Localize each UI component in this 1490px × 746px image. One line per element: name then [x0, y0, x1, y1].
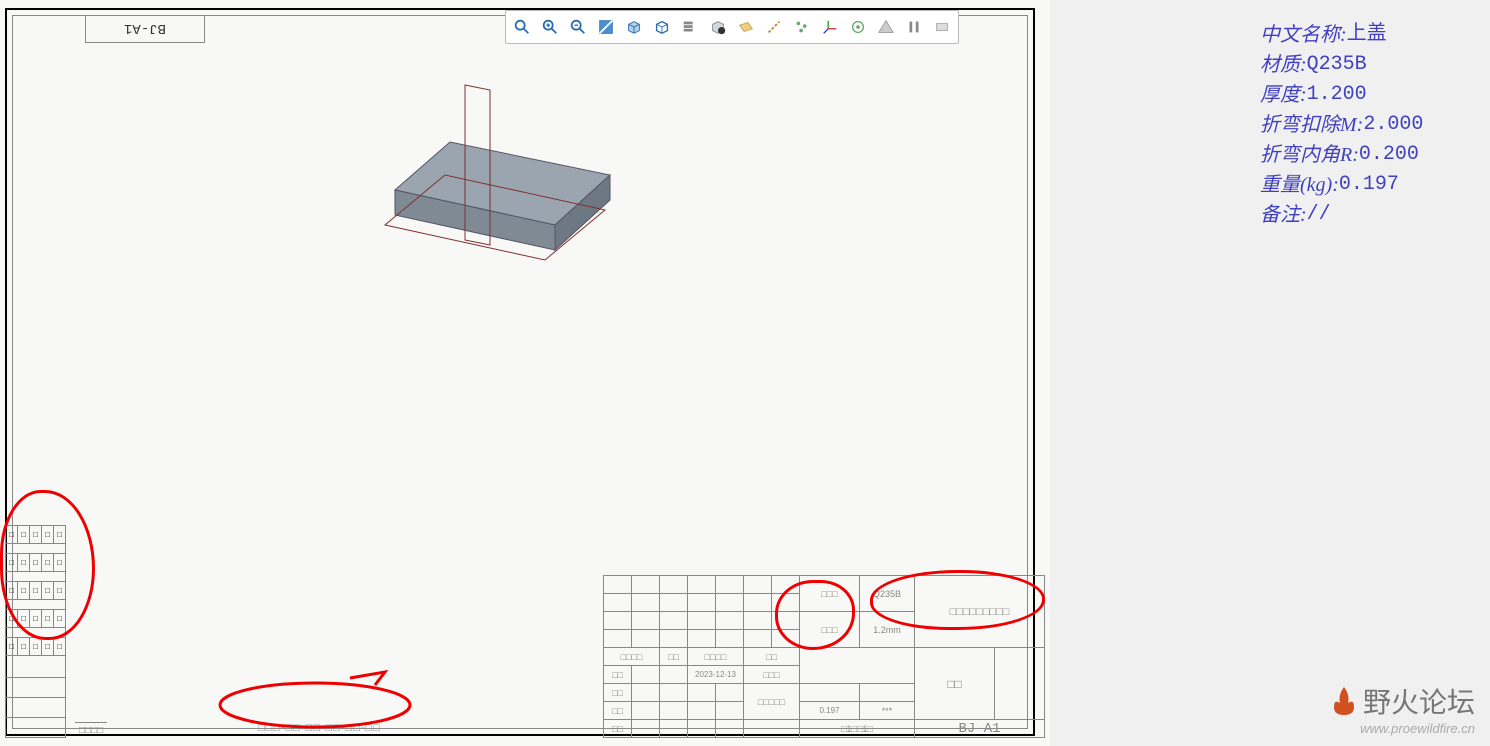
view-toolbar	[505, 10, 959, 44]
drawing-canvas[interactable]: BJ-A1 □□□□□ □□□□□ □□□□□ □□□□□ □□□□□ □□□□…	[0, 0, 1050, 746]
properties-panel: 中文名称: 上盖 材质:Q235B 厚度:1.200 折弯扣除M:2.000 折…	[1260, 20, 1423, 230]
model-3d-view	[355, 70, 635, 270]
stop-icon[interactable]	[929, 14, 955, 40]
watermark-url: www.proewildfire.cn	[1330, 721, 1475, 736]
prop-name-value: 上盖	[1347, 20, 1387, 50]
revision-block: □□□□□ □□□□□ □□□□□ □□□□□ □□□□□	[5, 525, 66, 738]
zoom-in-icon[interactable]	[537, 14, 563, 40]
prop-bend-deduct-label: 折弯扣除M:	[1260, 110, 1363, 140]
warning-icon[interactable]	[873, 14, 899, 40]
prop-bend-deduct-value: 2.000	[1363, 110, 1423, 140]
datum-csys-icon[interactable]	[817, 14, 843, 40]
zoom-fit-icon[interactable]	[509, 14, 535, 40]
spin-center-icon[interactable]	[845, 14, 871, 40]
shading-with-edges-icon[interactable]	[621, 14, 647, 40]
drawing-code: □□□-□□-□□-□□-□□-□□	[258, 722, 381, 734]
prop-material-value: Q235B	[1307, 50, 1367, 80]
prop-thickness-value: 1.200	[1307, 80, 1367, 110]
part-label-tab: BJ-A1	[85, 15, 205, 43]
prop-bend-radius-label: 折弯内角R:	[1260, 140, 1359, 170]
no-hidden-icon[interactable]	[649, 14, 675, 40]
title-block: □□□ Q235B □□□□□□□□□ □□□ 1.2mm □□□□ □□ □□…	[603, 575, 1045, 738]
datum-plane-icon[interactable]	[733, 14, 759, 40]
zoom-out-icon[interactable]	[565, 14, 591, 40]
datum-point-icon[interactable]	[789, 14, 815, 40]
pause-icon[interactable]	[901, 14, 927, 40]
bottom-strip: □□□□	[75, 722, 107, 738]
watermark: 野火论坛 www.proewildfire.cn	[1330, 681, 1475, 736]
prop-material-label: 材质:	[1260, 50, 1307, 80]
datum-axis-icon[interactable]	[761, 14, 787, 40]
prop-remark-label: 备注:	[1260, 200, 1307, 230]
flame-icon	[1330, 685, 1358, 717]
prop-thickness-label: 厚度:	[1260, 80, 1307, 110]
prop-bend-radius-value: 0.200	[1359, 140, 1419, 170]
repaint-icon[interactable]	[593, 14, 619, 40]
prop-remark-value: //	[1307, 200, 1331, 230]
layers-icon[interactable]	[677, 14, 703, 40]
prop-name-label: 中文名称:	[1260, 20, 1347, 50]
saved-views-icon[interactable]	[705, 14, 731, 40]
prop-weight-value: 0.197	[1339, 170, 1399, 200]
prop-weight-label: 重量(kg):	[1260, 170, 1339, 200]
